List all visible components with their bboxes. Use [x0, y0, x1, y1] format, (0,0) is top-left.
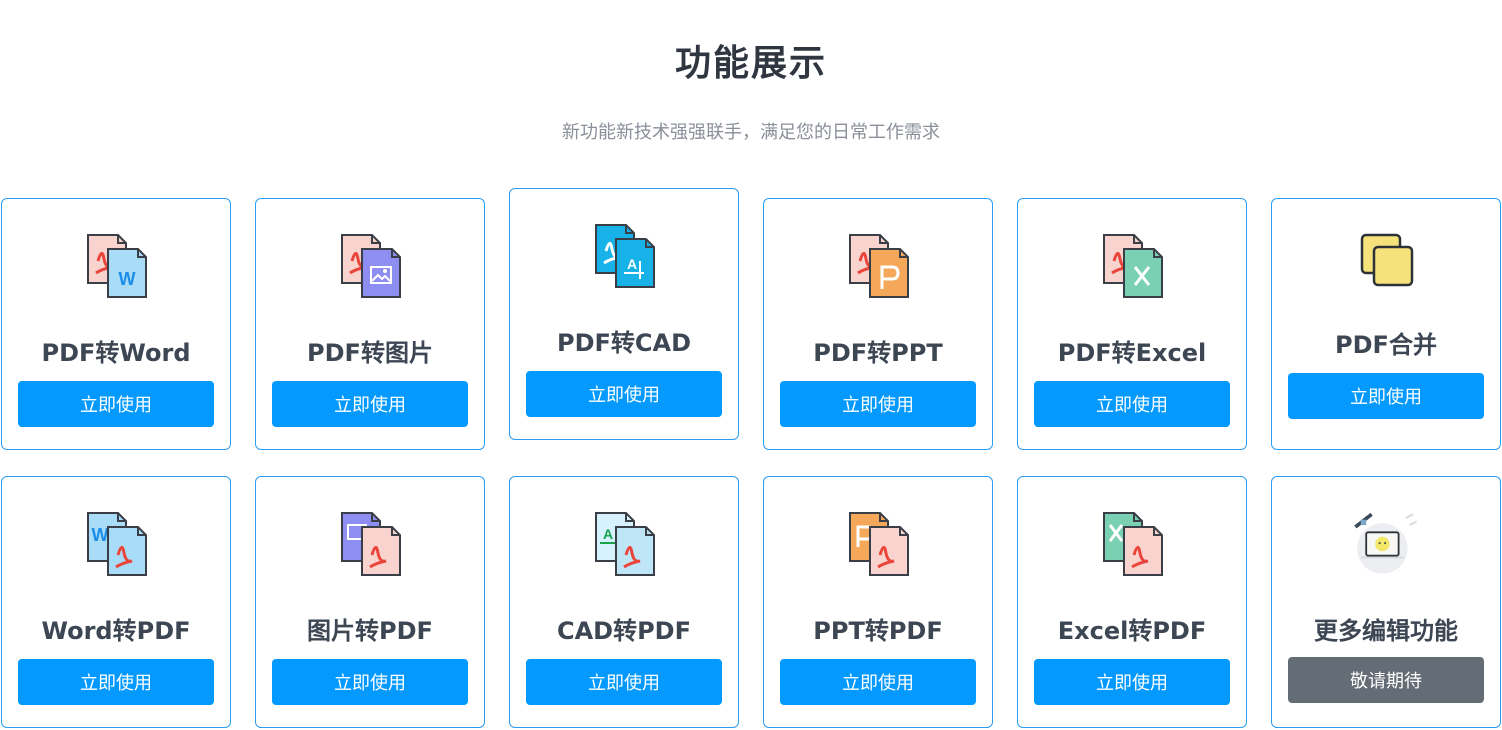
page-subtitle: 新功能新技术强强联手，满足您的日常工作需求 [562, 122, 940, 143]
page-title: 功能展示 [674, 43, 827, 84]
pdf-to-ppt-icon [764, 231, 992, 301]
card-pdf-to-ppt[interactable]: PDF转PPT 立即使用 [763, 198, 993, 450]
card-label: PPT转PDF [813, 617, 943, 645]
svg-text:A: A [627, 256, 637, 272]
card-pdf-to-image[interactable]: PDF转图片 立即使用 [255, 198, 485, 450]
coming-soon-button[interactable]: 敬请期待 [1288, 657, 1484, 703]
card-ppt-to-pdf[interactable]: PPT转PDF 立即使用 [763, 476, 993, 728]
use-now-button[interactable]: 立即使用 [526, 659, 722, 705]
use-now-button[interactable]: 立即使用 [1288, 373, 1484, 419]
use-now-button[interactable]: 立即使用 [18, 381, 214, 427]
card-word-to-pdf[interactable]: W Word转PDF 立即使用 [1, 476, 231, 728]
use-now-button[interactable]: 立即使用 [272, 381, 468, 427]
card-pdf-to-word[interactable]: W PDF转Word 立即使用 [1, 198, 231, 450]
card-label: 更多编辑功能 [1314, 617, 1458, 645]
card-label: 图片转PDF [307, 617, 433, 645]
use-now-button[interactable]: 立即使用 [1034, 381, 1230, 427]
card-more-features[interactable]: 更多编辑功能 敬请期待 [1271, 476, 1501, 728]
card-label: PDF转Excel [1057, 339, 1207, 367]
image-to-pdf-icon [256, 509, 484, 579]
excel-to-pdf-icon [1018, 509, 1246, 579]
ppt-to-pdf-icon [764, 509, 992, 579]
svg-text:A: A [603, 526, 613, 542]
card-label: PDF转CAD [556, 329, 691, 357]
pdf-merge-icon [1272, 231, 1500, 301]
card-cad-to-pdf[interactable]: A CAD转PDF 立即使用 [509, 476, 739, 728]
card-label: Word转PDF [41, 617, 191, 645]
use-now-button[interactable]: 立即使用 [780, 381, 976, 427]
card-image-to-pdf[interactable]: 图片转PDF 立即使用 [255, 476, 485, 728]
use-now-button[interactable]: 立即使用 [1034, 659, 1230, 705]
word-to-pdf-icon: W [2, 509, 230, 579]
use-now-button[interactable]: 立即使用 [18, 659, 214, 705]
pdf-to-excel-icon [1018, 231, 1246, 301]
card-pdf-to-cad[interactable]: A PDF转CAD 立即使用 [509, 188, 739, 440]
card-label: Excel转PDF [1057, 617, 1207, 645]
card-label: PDF转Word [41, 339, 191, 367]
card-label: CAD转PDF [556, 617, 691, 645]
cad-to-pdf-icon: A [510, 509, 738, 579]
more-features-icon [1272, 509, 1500, 579]
pdf-to-image-icon [256, 231, 484, 301]
card-pdf-to-excel[interactable]: PDF转Excel 立即使用 [1017, 198, 1247, 450]
card-excel-to-pdf[interactable]: Excel转PDF 立即使用 [1017, 476, 1247, 728]
pdf-to-cad-icon: A [510, 221, 738, 291]
use-now-button[interactable]: 立即使用 [272, 659, 468, 705]
use-now-button[interactable]: 立即使用 [780, 659, 976, 705]
card-label: PDF转PPT [813, 339, 943, 367]
card-pdf-merge[interactable]: PDF合并 立即使用 [1271, 198, 1501, 450]
svg-text:W: W [92, 525, 109, 545]
use-now-button[interactable]: 立即使用 [526, 371, 722, 417]
card-label: PDF转图片 [307, 339, 433, 367]
card-label: PDF合并 [1335, 331, 1437, 359]
svg-text:W: W [119, 269, 136, 289]
pdf-to-word-icon: W [2, 231, 230, 301]
